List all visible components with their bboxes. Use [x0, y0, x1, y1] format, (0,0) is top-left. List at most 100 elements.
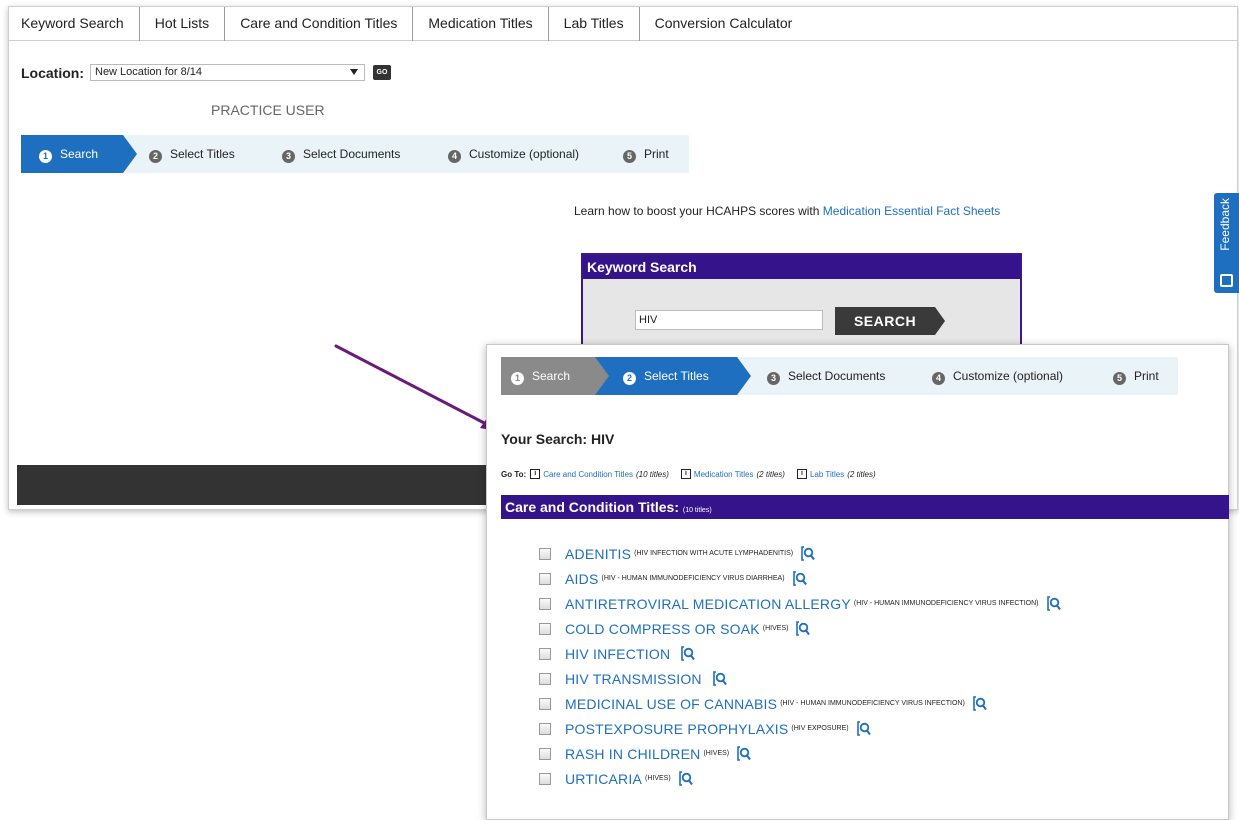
title-link[interactable]: URTICARIA [565, 771, 642, 787]
step-label: Search [60, 147, 99, 161]
nav-lab-titles[interactable]: Lab Titles [549, 7, 640, 41]
overlay-step-select-titles[interactable]: 2 Select Titles [595, 357, 751, 395]
feedback-tab[interactable]: Feedback [1214, 193, 1239, 293]
location-row: Location: New Location for 8/14 GO [21, 64, 391, 81]
title-link[interactable]: ANTIRETROVIRAL MEDICATION ALLERGY [565, 596, 851, 612]
preview-magnifier-icon[interactable] [856, 720, 871, 737]
title-link[interactable]: HIV INFECTION [565, 646, 670, 662]
footer-bar [17, 465, 495, 505]
step-number-badge: 4 [932, 372, 945, 385]
list-item: POSTEXPOSURE PROPHYLAXIS (HIV EXPOSURE) [539, 716, 1061, 741]
title-synonym: (HIV EXPOSURE) [791, 725, 849, 732]
base-step-customize[interactable]: 4 Customize (optional) [418, 135, 599, 173]
nav-medication-titles[interactable]: Medication Titles [413, 7, 549, 41]
search-button[interactable]: SEARCH [835, 307, 945, 335]
goto-medication[interactable]: i Medication Titles (2 titles) [680, 469, 785, 479]
results-overlay-window: 1 Search 2 Select Titles 3 Select Documents… [486, 344, 1229, 820]
preview-magnifier-icon[interactable] [972, 695, 987, 712]
your-search-label: Your Search: [501, 431, 588, 447]
overlay-step-print[interactable]: 5 Print [1085, 357, 1178, 395]
title-checkbox[interactable] [539, 572, 551, 585]
overlay-step-select-documents[interactable]: 3 Select Documents [737, 357, 902, 395]
title-synonym: (HIVES) [762, 625, 789, 632]
title-link[interactable]: MEDICINAL USE OF CANNABIS [565, 696, 777, 712]
list-item: MEDICINAL USE OF CANNABIS (HIV - HUMAN I… [539, 691, 1061, 716]
overlay-step-progress: 1 Search 2 Select Titles 3 Select Documents… [501, 357, 1178, 395]
search-input[interactable]: HIV [635, 310, 823, 330]
preview-magnifier-icon[interactable] [681, 645, 696, 662]
goto-lab[interactable]: i Lab Titles (2 titles) [796, 469, 876, 479]
title-checkbox[interactable] [539, 547, 551, 560]
preview-magnifier-icon[interactable] [1046, 595, 1061, 612]
info-icon: i [530, 469, 541, 479]
base-step-select-documents[interactable]: 3 Select Documents [252, 135, 418, 173]
title-synonym: (HIV - HUMAN IMMUNODEFICIENCY VIRUS INFE… [780, 700, 965, 707]
nav-hot-lists[interactable]: Hot Lists [140, 7, 226, 41]
title-checkbox[interactable] [539, 722, 551, 735]
promo-link[interactable]: Medication Essential Fact Sheets [823, 204, 1000, 218]
goto-link-count: (10 titles) [636, 469, 669, 479]
list-item: HIV TRANSMISSION [539, 666, 1061, 691]
step-number-badge: 1 [511, 372, 524, 385]
base-step-select-titles[interactable]: 2 Select Titles [123, 135, 252, 173]
list-item: RASH IN CHILDREN (HIVES) [539, 741, 1061, 766]
list-item: HIV INFECTION [539, 641, 1061, 666]
annotation-arrow-icon [334, 344, 502, 432]
title-checkbox[interactable] [539, 622, 551, 635]
title-checkbox[interactable] [539, 772, 551, 785]
preview-magnifier-icon[interactable] [792, 570, 807, 587]
title-checkbox[interactable] [539, 672, 551, 685]
goto-links: Go To: i Care and Condition Titles (10 t… [501, 469, 888, 479]
step-number-badge: 2 [149, 150, 162, 163]
title-checkbox[interactable] [539, 747, 551, 760]
goto-link-count: (2 titles) [756, 469, 785, 479]
title-link[interactable]: COLD COMPRESS OR SOAK [565, 621, 760, 637]
title-checkbox[interactable] [539, 697, 551, 710]
feedback-label: Feedback [1218, 198, 1232, 251]
step-number-badge: 3 [282, 150, 295, 163]
info-icon: i [796, 469, 807, 479]
base-step-print[interactable]: 5 Print [599, 135, 689, 173]
title-checkbox[interactable] [539, 647, 551, 660]
goto-link-text: Care and Condition Titles [543, 469, 634, 479]
preview-magnifier-icon[interactable] [796, 620, 811, 637]
list-item: AIDS (HIV - HUMAN IMMUNODEFICIENCY VIRUS… [539, 566, 1061, 591]
location-selected-value: New Location for 8/14 [95, 66, 203, 78]
step-label: Select Titles [644, 369, 709, 383]
step-number-badge: 5 [1113, 372, 1126, 385]
goto-link-text: Lab Titles [809, 469, 845, 479]
title-link[interactable]: HIV TRANSMISSION [565, 671, 702, 687]
list-item: URTICARIA (HIVES) [539, 766, 1061, 791]
overlay-step-search[interactable]: 1 Search [501, 357, 609, 395]
step-label: Select Documents [303, 147, 401, 161]
title-link[interactable]: POSTEXPOSURE PROPHYLAXIS [565, 721, 788, 737]
feedback-edit-icon [1220, 274, 1233, 287]
nav-conversion-calculator[interactable]: Conversion Calculator [640, 7, 808, 41]
step-number-badge: 3 [767, 372, 780, 385]
step-label: Search [532, 369, 571, 383]
location-select[interactable]: New Location for 8/14 [90, 64, 365, 81]
preview-magnifier-icon[interactable] [801, 545, 815, 562]
nav-care-condition-titles[interactable]: Care and Condition Titles [225, 7, 414, 41]
title-list: ADENITIS (HIV INFECTION WITH ACUTE LYMPH… [539, 541, 1061, 791]
section-count: (10 titles) [682, 507, 712, 514]
top-navigation: Keyword Search Hot Lists Care and Condit… [9, 7, 1237, 41]
title-link[interactable]: AIDS [565, 571, 598, 587]
title-synonym: (HIV - HUMAN IMMUNODEFICIENCY VIRUS DIAR… [601, 575, 785, 582]
preview-magnifier-icon[interactable] [678, 770, 693, 787]
go-button[interactable]: GO [373, 65, 391, 80]
goto-care-condition[interactable]: i Care and Condition Titles (10 titles) [530, 469, 669, 479]
goto-link-text: Medication Titles [693, 469, 754, 479]
title-link[interactable]: ADENITIS [565, 546, 631, 562]
promo-text: Learn how to boost your HCAHPS scores wi… [574, 204, 1014, 219]
preview-magnifier-icon[interactable] [712, 670, 727, 687]
nav-keyword-search[interactable]: Keyword Search [9, 7, 140, 41]
section-title: Care and Condition Titles: [505, 499, 679, 515]
title-link[interactable]: RASH IN CHILDREN [565, 746, 700, 762]
title-checkbox[interactable] [539, 597, 551, 610]
preview-magnifier-icon[interactable] [737, 745, 751, 762]
base-step-search[interactable]: 1 Search [21, 135, 137, 173]
overlay-step-customize[interactable]: 4 Customize (optional) [902, 357, 1085, 395]
step-number-badge: 2 [623, 372, 636, 385]
info-icon: i [680, 469, 691, 479]
